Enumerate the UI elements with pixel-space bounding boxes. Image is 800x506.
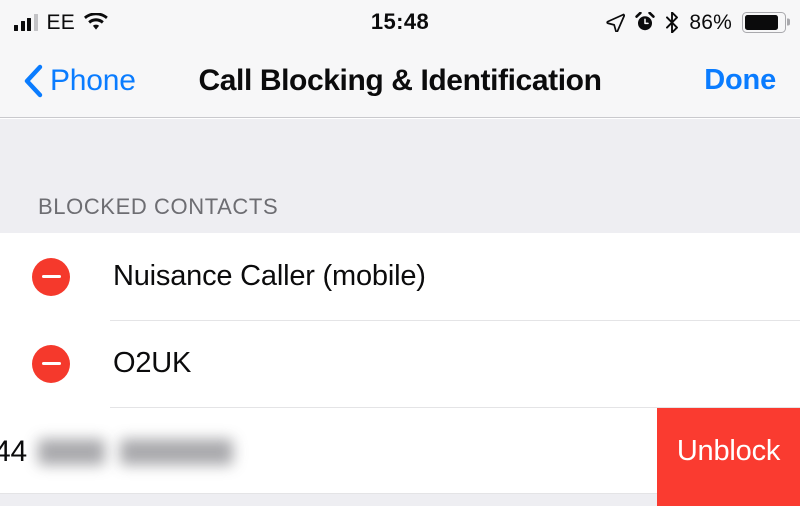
status-bar-left: EE — [14, 12, 371, 33]
table-row[interactable]: Nuisance Caller (mobile) — [0, 233, 800, 320]
unblock-button-overflow[interactable] — [657, 493, 800, 506]
signal-bars-icon — [14, 14, 38, 31]
minus-circle-icon[interactable] — [32, 257, 70, 296]
wifi-icon — [83, 13, 108, 30]
table-row[interactable]: O2UK — [0, 320, 800, 407]
iphone-screen: EE 15:48 86% Phone Call Blocking & Ident… — [0, 0, 800, 506]
section-header-label: BLOCKED CONTACTS — [38, 194, 279, 219]
chevron-left-icon — [24, 64, 43, 97]
unblock-button-label: Unblock — [676, 435, 781, 467]
location-arrow-icon — [606, 13, 626, 32]
minus-circle-icon[interactable] — [32, 344, 70, 383]
carrier-label: EE — [46, 10, 75, 34]
back-button[interactable]: Phone — [0, 64, 136, 98]
navigation-bar: Phone Call Blocking & Identification Don… — [0, 44, 800, 118]
status-bar-center: 15:48 — [371, 11, 429, 33]
battery-percent-label: 86% — [689, 10, 732, 34]
section-header: BLOCKED CONTACTS — [0, 119, 800, 233]
contact-name-label: O2UK — [113, 347, 192, 379]
clock-label: 15:48 — [370, 9, 430, 34]
back-button-label: Phone — [50, 63, 136, 97]
unblock-button[interactable]: Unblock — [657, 407, 800, 496]
redacted-contact-number — [38, 437, 241, 467]
alarm-clock-icon — [635, 12, 656, 31]
blocked-contacts-list: Nuisance Caller (mobile) O2UK 44 Unblock — [0, 233, 800, 496]
status-bar: EE 15:48 86% — [0, 0, 800, 44]
swiped-row-content: 44 — [0, 407, 657, 496]
status-bar-right: 86% — [429, 10, 786, 34]
contact-name-label: Nuisance Caller (mobile) — [113, 260, 426, 292]
contact-number-prefix: 44 — [0, 434, 27, 468]
bluetooth-icon — [666, 11, 679, 33]
table-row-swiped[interactable]: 44 Unblock — [0, 407, 800, 496]
battery-icon — [742, 11, 786, 33]
done-button[interactable]: Done — [704, 64, 800, 97]
